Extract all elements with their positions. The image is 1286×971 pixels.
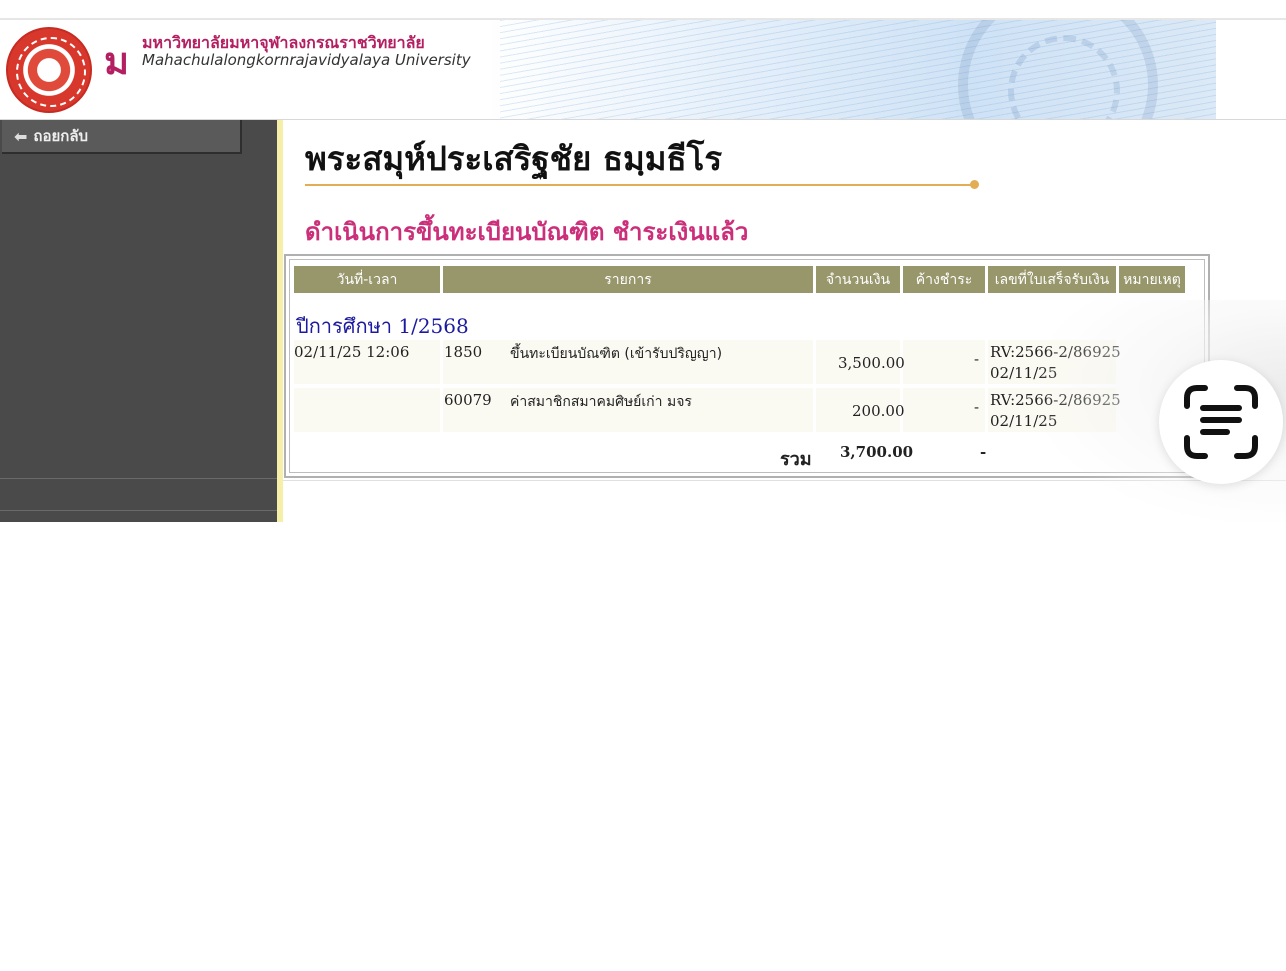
row-code: 1850 bbox=[444, 343, 483, 361]
row-receipt-date: 02/11/25 bbox=[990, 364, 1058, 382]
total-outstanding: - bbox=[980, 443, 987, 461]
row-item: ค่าสมาชิกสมาคมศิษย์เก่า มจร bbox=[510, 394, 692, 410]
col-amount: จำนวนเงิน bbox=[816, 266, 900, 293]
arrow-left-icon: ⬅ bbox=[14, 126, 28, 146]
watermark-seal-icon bbox=[958, 20, 1158, 119]
row-amount: 200.00 bbox=[852, 402, 905, 420]
row-outstanding: - bbox=[974, 350, 980, 368]
row-receipt-date: 02/11/25 bbox=[990, 412, 1058, 430]
page-viewport: ม มหาวิทยาลัยมหาจุฬาลงกรณราชวิทยาลัย Mah… bbox=[0, 0, 1286, 522]
col-item: รายการ bbox=[443, 266, 813, 293]
table-row: 60079 ค่าสมาชิกสมาคมศิษย์เก่า มจร 200.00… bbox=[294, 388, 1194, 432]
total-label: รวม bbox=[780, 449, 812, 470]
live-text-scan-button[interactable] bbox=[1159, 360, 1283, 484]
payment-table-box: วันที่-เวลา รายการ จำนวนเงิน ค้างชำระ เล… bbox=[284, 254, 1210, 478]
col-datetime: วันที่-เวลา bbox=[294, 266, 440, 293]
back-button[interactable]: ⬅ ถอยกลับ bbox=[2, 120, 242, 154]
logo-mark-icon: ม bbox=[104, 39, 129, 83]
row-outstanding: - bbox=[974, 398, 980, 416]
university-banner: ม มหาวิทยาลัยมหาจุฬาลงกรณราชวิทยาลัย Mah… bbox=[0, 20, 1216, 119]
sidebar: ⬅ ถอยกลับ bbox=[0, 120, 277, 522]
row-datetime: 02/11/25 12:06 bbox=[294, 343, 410, 361]
academic-year: ปีการศึกษา 1/2568 bbox=[296, 314, 469, 338]
col-receipt: เลขที่ใบเสร็จรับเงิน bbox=[988, 266, 1116, 293]
row-receipt-no: RV:2566-2/86925 bbox=[990, 391, 1121, 409]
back-button-label: ถอยกลับ bbox=[33, 127, 89, 145]
payment-table: วันที่-เวลา รายการ จำนวนเงิน ค้างชำระ เล… bbox=[291, 266, 1188, 293]
student-name: พระสมุห์ประเสริฐชัย ธมฺมธีโร bbox=[305, 139, 723, 178]
col-note: หมายเหตุ bbox=[1119, 266, 1185, 293]
table-row: 02/11/25 12:06 1850 ขึ้นทะเบียนบัณฑิต (เ… bbox=[294, 340, 1194, 384]
col-outstanding: ค้างชำระ bbox=[903, 266, 985, 293]
university-name-english: Mahachulalongkornrajavidyalaya Universit… bbox=[142, 51, 471, 69]
row-code: 60079 bbox=[444, 391, 492, 409]
university-seal-icon bbox=[6, 27, 92, 113]
row-amount: 3,500.00 bbox=[838, 354, 905, 372]
status-heading: ดำเนินการขึ้นทะเบียนบัณฑิต ชำระเงินแล้ว bbox=[305, 218, 749, 246]
text-scan-icon bbox=[1184, 385, 1258, 459]
table-header-row: วันที่-เวลา รายการ จำนวนเงิน ค้างชำระ เล… bbox=[294, 266, 1185, 293]
main-content: พระสมุห์ประเสริฐชัย ธมฺมธีโร ดำเนินการขึ… bbox=[283, 120, 1286, 522]
title-underline bbox=[305, 184, 975, 186]
total-amount: 3,700.00 bbox=[840, 443, 914, 461]
row-item: ขึ้นทะเบียนบัณฑิต (เข้ารับปริญญา) bbox=[510, 346, 723, 362]
row-receipt-no: RV:2566-2/86925 bbox=[990, 343, 1121, 361]
